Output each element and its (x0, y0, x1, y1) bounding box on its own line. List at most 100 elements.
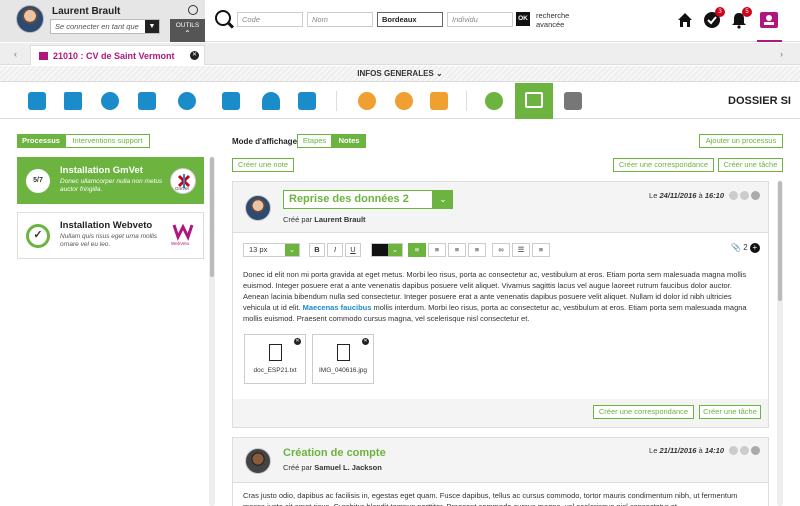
remove-attachment-icon[interactable]: ✕ (362, 338, 369, 345)
chat-icon[interactable] (485, 92, 503, 110)
note-create-correspondance-button[interactable]: Créer une correspondance (593, 405, 694, 419)
edit-icon[interactable] (729, 191, 738, 200)
code-input[interactable]: Code (237, 12, 303, 27)
note-author: Samuel L. Jackson (314, 463, 382, 472)
note-body[interactable]: Cras justo odio, dapibus ac facilisis in… (243, 490, 758, 506)
invoice-icon[interactable] (138, 92, 156, 110)
process-card-gmvet[interactable]: 5/7 Installation GmVet Donec ullamcorper… (17, 157, 204, 204)
edit-icon[interactable] (729, 446, 738, 455)
note-title-select[interactable]: Reprise des données 2 (283, 190, 433, 209)
underline-button[interactable]: U (345, 243, 361, 257)
date-value: 24/11/2016 (659, 191, 697, 200)
power-icon[interactable] (188, 5, 198, 15)
calendar-icon[interactable] (430, 92, 448, 110)
attachments-counter[interactable]: 📎 2 + (731, 243, 760, 253)
close-note-icon[interactable] (751, 191, 760, 200)
dossier-title: DOSSIER SI (728, 95, 791, 107)
piggy-bank-icon[interactable] (101, 92, 119, 110)
note-body[interactable]: Donec id elit non mi porta gravida at eg… (243, 269, 758, 324)
users-icon[interactable] (358, 92, 376, 110)
tab-scroll-left-icon[interactable]: ‹ (14, 49, 17, 59)
network-icon[interactable] (395, 92, 413, 110)
documents-icon[interactable] (564, 92, 582, 110)
connect-as-select[interactable]: Se connecter en tant que ▼ (50, 19, 160, 34)
align-center-icon[interactable]: ≡ (428, 243, 446, 257)
bell-icon[interactable]: 5 (730, 7, 752, 29)
chevron-down-icon[interactable]: ⌄ (433, 190, 453, 209)
tasks-count-badge: 3 (715, 7, 725, 17)
italic-button[interactable]: I (327, 243, 343, 257)
infos-generales-toggle[interactable]: INFOS GENERALES ⌄ (0, 66, 800, 82)
chevron-down-icon: ⌄ (388, 244, 402, 256)
attachment-file[interactable]: ✕ doc_ESP21.txt (244, 334, 306, 384)
search-icon[interactable] (215, 10, 231, 26)
date-sep: à (698, 191, 703, 200)
created-by-prefix: Créé par (283, 215, 313, 224)
font-size-select[interactable]: 13 px ⌄ (243, 243, 300, 257)
individu-input[interactable]: Individu (447, 12, 513, 27)
bold-button[interactable]: B (309, 243, 325, 257)
align-left-icon[interactable]: ≡ (408, 243, 426, 257)
microscope-icon[interactable] (262, 92, 280, 110)
align-right-icon[interactable]: ≡ (448, 243, 466, 257)
ville-input[interactable]: Bordeaux (377, 12, 443, 27)
identity-card-icon[interactable] (28, 92, 46, 110)
tab-processus[interactable]: Processus (17, 134, 65, 148)
add-attachment-icon[interactable]: + (749, 243, 760, 253)
user-avatar[interactable] (16, 5, 44, 33)
create-task-button[interactable]: Créer une tâche (718, 158, 783, 172)
strikethrough-icon[interactable]: ≡ (532, 243, 550, 257)
note-create-task-button[interactable]: Créer une tâche (699, 405, 761, 419)
tab-scroll-right-icon[interactable]: › (780, 49, 783, 59)
date-prefix: Le (649, 191, 658, 200)
note-author-avatar (245, 195, 271, 221)
align-justify-icon[interactable]: ≡ (468, 243, 486, 257)
gmvet-logo: GmVet (170, 168, 196, 194)
mode-notes-button[interactable]: Notes (332, 134, 366, 148)
lock-icon[interactable] (740, 191, 749, 200)
profile-tab[interactable] (757, 0, 782, 42)
progress-circle: 5/7 (26, 169, 50, 193)
left-scrollbar-thumb[interactable] (210, 157, 214, 277)
puzzle-icon[interactable] (222, 92, 240, 110)
outils-button[interactable]: OUTILS ⌃ (170, 19, 205, 42)
date-prefix: Le (649, 446, 658, 455)
create-correspondance-button[interactable]: Créer une correspondance (613, 158, 714, 172)
chevron-down-icon: ▼ (145, 20, 159, 33)
nom-input[interactable]: Nom (307, 12, 373, 27)
webveto-logo-text: WebVeto (171, 241, 190, 246)
presentation-module-active[interactable] (515, 83, 553, 119)
note-body-link[interactable]: Maecenas faucibus (303, 303, 372, 312)
create-note-button[interactable]: Créer une note (232, 158, 294, 172)
font-size-value: 13 px (249, 245, 268, 254)
tasks-check-icon[interactable]: 3 (703, 7, 725, 29)
text-color-select[interactable]: ⌄ (371, 243, 403, 257)
search-ok-button[interactable]: OK (516, 12, 530, 26)
process-card-webveto[interactable]: ✓ Installation Webveto Nullam quis risus… (17, 212, 204, 259)
top-bar: Laurent Brault Se connecter en tant que … (0, 0, 800, 42)
outils-label: OUTILS (175, 22, 200, 29)
list-icon[interactable]: ☰ (512, 243, 530, 257)
date-sep: à (698, 446, 703, 455)
open-tab[interactable]: 21010 : CV de Saint Vermont ✕ (30, 45, 205, 65)
truck-icon[interactable] (64, 92, 82, 110)
home-icon[interactable] (676, 11, 694, 29)
close-note-icon[interactable] (751, 446, 760, 455)
link-icon[interactable]: ∞ (492, 243, 510, 257)
faces-icon[interactable] (178, 92, 196, 110)
right-scrollbar-thumb[interactable] (778, 181, 782, 301)
remove-attachment-icon[interactable]: ✕ (294, 338, 301, 345)
close-tab-icon[interactable]: ✕ (190, 51, 199, 60)
tab-interventions-support[interactable]: Interventions support (65, 134, 150, 148)
presentation-icon (525, 92, 543, 108)
note-title[interactable]: Création de compte (283, 447, 386, 459)
time-value: 14:10 (704, 446, 724, 455)
paperclip-icon: 📎 (731, 243, 741, 252)
add-process-button[interactable]: Ajouter un processus (699, 134, 783, 148)
mode-etapes-button[interactable]: Etapes (297, 134, 332, 148)
chevron-down-icon: ⌄ (285, 244, 299, 256)
bar-chart-icon[interactable] (298, 92, 316, 110)
attachment-file[interactable]: ✕ IMG_040616.jpg (312, 334, 374, 384)
lock-icon[interactable] (740, 446, 749, 455)
advanced-search-link[interactable]: recherche avancée (536, 11, 569, 29)
